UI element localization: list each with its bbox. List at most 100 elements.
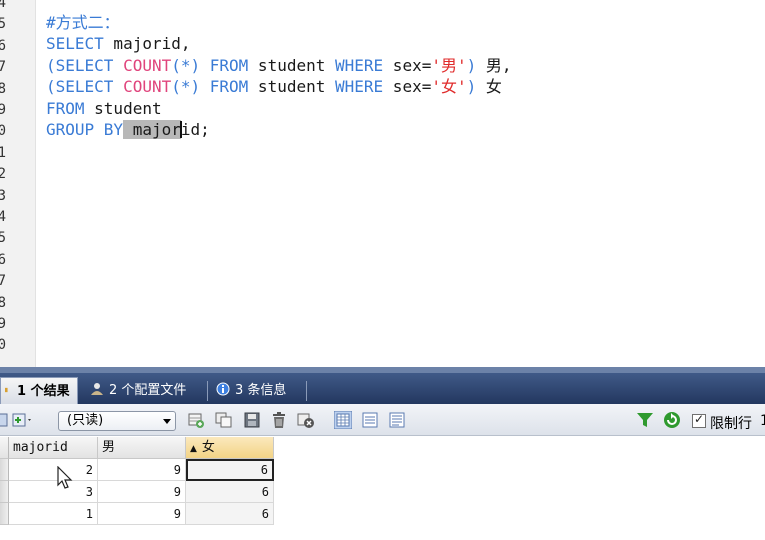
column-header-majorid[interactable]: majorid	[9, 437, 98, 459]
result-toolbar: (只读)	[0, 404, 765, 436]
code-line[interactable]: (SELECT COUNT(*) FROM student WHERE sex=…	[46, 76, 502, 97]
sql-editor[interactable]: 45678901234567890 #方式二：SELECT majorid,(S…	[0, 0, 765, 367]
line-number: 9	[0, 102, 6, 118]
tab-messages-label: 3 条信息	[235, 383, 287, 398]
info-icon	[216, 382, 230, 396]
line-number: 0	[0, 123, 6, 139]
code-token: )	[466, 77, 486, 97]
text-mode-icon[interactable]	[388, 411, 406, 429]
tab-messages[interactable]: 3 条信息	[212, 377, 308, 404]
code-line[interactable]: #方式二：	[46, 12, 120, 33]
line-number: 7	[0, 273, 6, 289]
tab-profiles[interactable]: 2 个配置文件	[86, 377, 204, 404]
grid-cell[interactable]: 6	[186, 459, 274, 481]
line-number: 0	[0, 337, 6, 353]
code-token: student	[248, 55, 335, 75]
column-header-female[interactable]: ▲ 女	[186, 437, 274, 459]
save-icon[interactable]	[243, 411, 261, 429]
chevron-down-icon	[163, 419, 171, 424]
line-number: 6	[0, 252, 6, 268]
grid-cell[interactable]: 9	[98, 481, 186, 503]
row-header[interactable]	[0, 459, 9, 481]
code-token: FROM	[209, 77, 249, 97]
grid-cell[interactable]: 1	[9, 503, 98, 525]
grid-cell[interactable]: 6	[186, 503, 274, 525]
line-number: 4	[0, 0, 6, 11]
tab-divider	[207, 381, 208, 401]
line-number: 8	[0, 81, 6, 97]
grid-corner[interactable]	[0, 437, 9, 459]
grid-cell[interactable]: 2	[9, 459, 98, 481]
line-number-gutter: 4 5 6 7 8 9 0 1 2 3 4 5 6 7 8 9 0	[0, 0, 36, 367]
code-token: student	[248, 77, 335, 97]
code-token: id;	[180, 120, 210, 139]
code-token: SELECT	[46, 34, 104, 54]
code-token: 男,	[485, 55, 512, 75]
grid-cell[interactable]: 9	[98, 503, 186, 525]
code-token: COUNT	[123, 77, 172, 97]
tab-profiles-label: 2 个配置文件	[109, 383, 187, 398]
column-header-label: majorid	[13, 440, 68, 455]
line-number: 5	[0, 230, 6, 246]
line-number: 3	[0, 188, 6, 204]
cancel-changes-icon[interactable]	[297, 411, 315, 429]
code-token: )	[466, 55, 486, 75]
tab-results-label: 1 个结果	[17, 384, 70, 399]
column-header-label: 女	[201, 440, 215, 455]
column-header-male[interactable]: 男	[98, 437, 186, 459]
export-dropdown-icon[interactable]	[12, 411, 34, 429]
code-line[interactable]: SELECT majorid,	[46, 33, 191, 54]
grid-cell[interactable]: 9	[98, 459, 186, 481]
column-header-label: 男	[102, 440, 116, 455]
code-token: majorid,	[103, 34, 191, 54]
code-token: #方式二：	[46, 13, 120, 32]
refresh-icon[interactable]	[663, 411, 681, 429]
profile-icon	[91, 383, 103, 395]
code-token: WHERE	[335, 55, 384, 75]
delete-icon[interactable]	[270, 411, 288, 429]
code-token: GROUP BY	[46, 120, 124, 139]
results-table-icon	[5, 387, 8, 393]
code-token	[123, 120, 133, 139]
code-token: sex=	[383, 77, 432, 97]
line-number: 1	[0, 145, 6, 161]
grid-cell[interactable]: 3	[9, 481, 98, 503]
duplicate-row-icon[interactable]	[215, 411, 233, 429]
grid-view-icon[interactable]	[0, 411, 12, 429]
code-line[interactable]: FROM student	[46, 98, 162, 119]
row-header[interactable]	[0, 481, 9, 503]
code-token: FROM	[209, 55, 249, 75]
limit-rows-checkbox[interactable]: ✓	[692, 412, 706, 428]
code-token: (SELECT	[46, 77, 124, 97]
tab-divider	[306, 381, 307, 401]
line-number: 5	[0, 16, 6, 32]
code-token: (*)	[171, 55, 210, 75]
code-token: (SELECT	[46, 55, 124, 75]
code-token: '男'	[431, 55, 467, 75]
code-token: COUNT	[123, 55, 172, 75]
code-token: major	[132, 120, 181, 139]
insert-row-icon[interactable]	[187, 411, 205, 429]
edit-mode-select[interactable]: (只读)	[58, 411, 176, 431]
code-token: WHERE	[335, 77, 384, 97]
line-number: 9	[0, 316, 6, 332]
code-token: student	[84, 98, 162, 118]
tab-results[interactable]: 1 个结果	[0, 377, 78, 404]
form-mode-icon[interactable]	[361, 411, 379, 429]
edit-mode-value: (只读)	[67, 413, 104, 428]
sort-ascending-icon: ▲	[190, 444, 197, 454]
line-number: 4	[0, 209, 6, 225]
code-token: '女'	[431, 77, 467, 97]
filter-icon[interactable]	[636, 411, 654, 429]
grid-cell[interactable]: 6	[186, 481, 274, 503]
line-number: 6	[0, 38, 6, 54]
row-header[interactable]	[0, 503, 9, 525]
result-tab-bar: 1 个结果 2 个配置文件 3 条信息	[0, 367, 765, 404]
limit-rows-value[interactable]: 1	[760, 413, 765, 429]
code-line[interactable]: GROUP BY majorid;	[46, 119, 210, 140]
code-token: (*)	[171, 77, 210, 97]
grid-mode-icon[interactable]	[334, 411, 352, 429]
checkmark-icon: ✓	[694, 412, 705, 426]
code-line[interactable]: (SELECT COUNT(*) FROM student WHERE sex=…	[46, 55, 512, 76]
mouse-cursor-icon	[57, 466, 73, 489]
